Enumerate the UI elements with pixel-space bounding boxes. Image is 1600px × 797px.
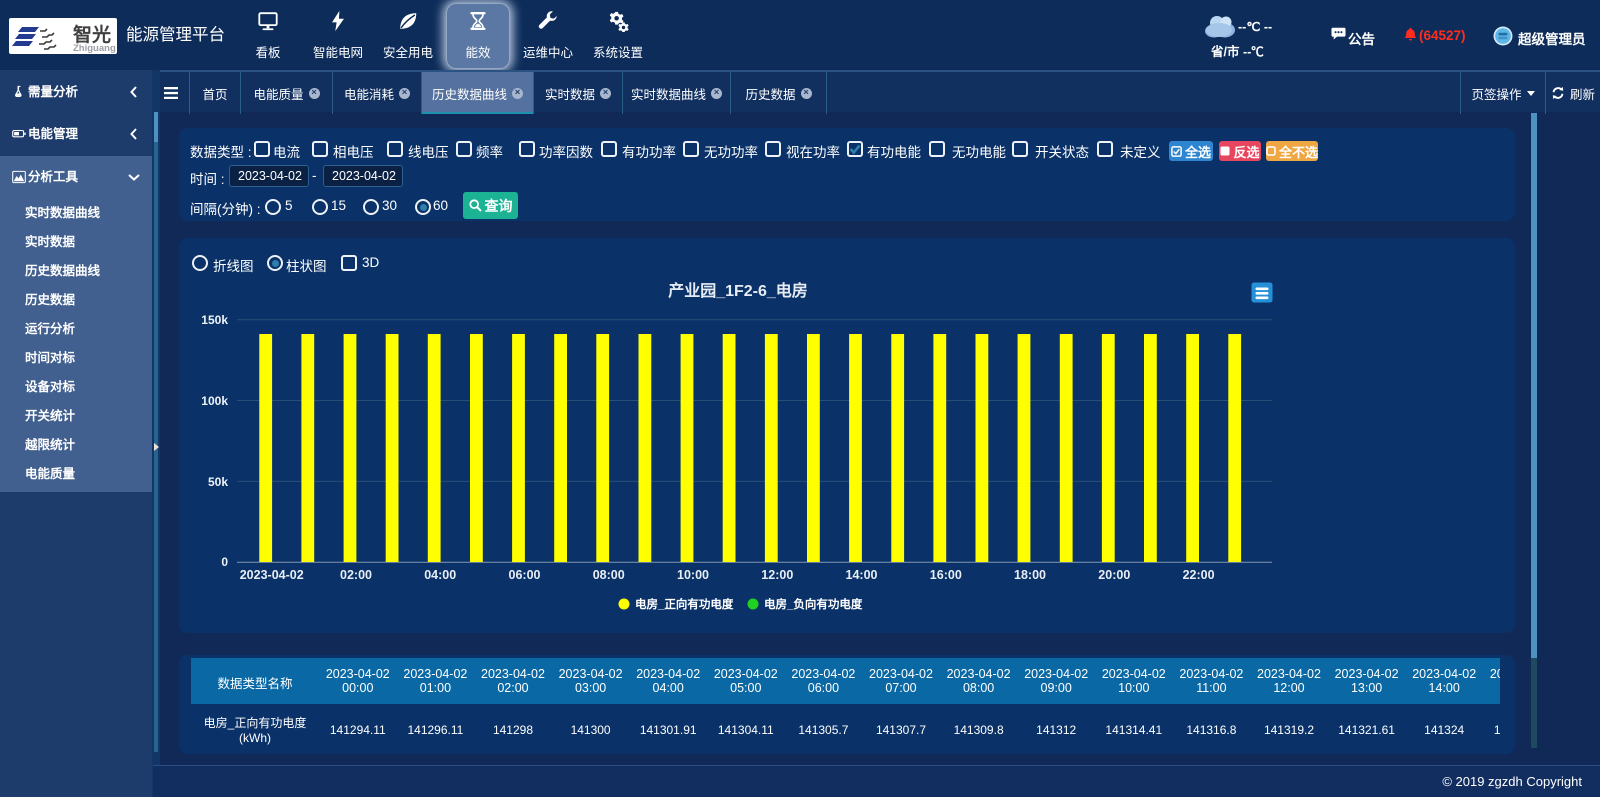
svg-text:电房_正向有功电度: 电房_正向有功电度 — [635, 597, 734, 611]
svg-text:50k: 50k — [208, 475, 228, 489]
svg-text:02:00: 02:00 — [340, 568, 372, 582]
svg-text:产业园_1F2-6_电房: 产业园_1F2-6_电房 — [668, 281, 808, 300]
svg-text:04:00: 04:00 — [424, 568, 456, 582]
svg-text:2023-04-02: 2023-04-02 — [240, 568, 304, 582]
svg-text:20:00: 20:00 — [1098, 568, 1130, 582]
svg-text:0: 0 — [221, 555, 228, 569]
svg-text:16:00: 16:00 — [930, 568, 962, 582]
svg-text:18:00: 18:00 — [1014, 568, 1046, 582]
svg-text:100k: 100k — [201, 394, 228, 408]
svg-text:06:00: 06:00 — [509, 568, 541, 582]
svg-text:电房_负向有功电度: 电房_负向有功电度 — [764, 597, 863, 611]
svg-text:22:00: 22:00 — [1183, 568, 1215, 582]
svg-text:10:00: 10:00 — [677, 568, 709, 582]
svg-text:150k: 150k — [201, 313, 228, 327]
svg-text:08:00: 08:00 — [593, 568, 625, 582]
svg-text:Zhiguang: Zhiguang — [73, 43, 116, 54]
svg-text:12:00: 12:00 — [761, 568, 793, 582]
svg-text:14:00: 14:00 — [846, 568, 878, 582]
